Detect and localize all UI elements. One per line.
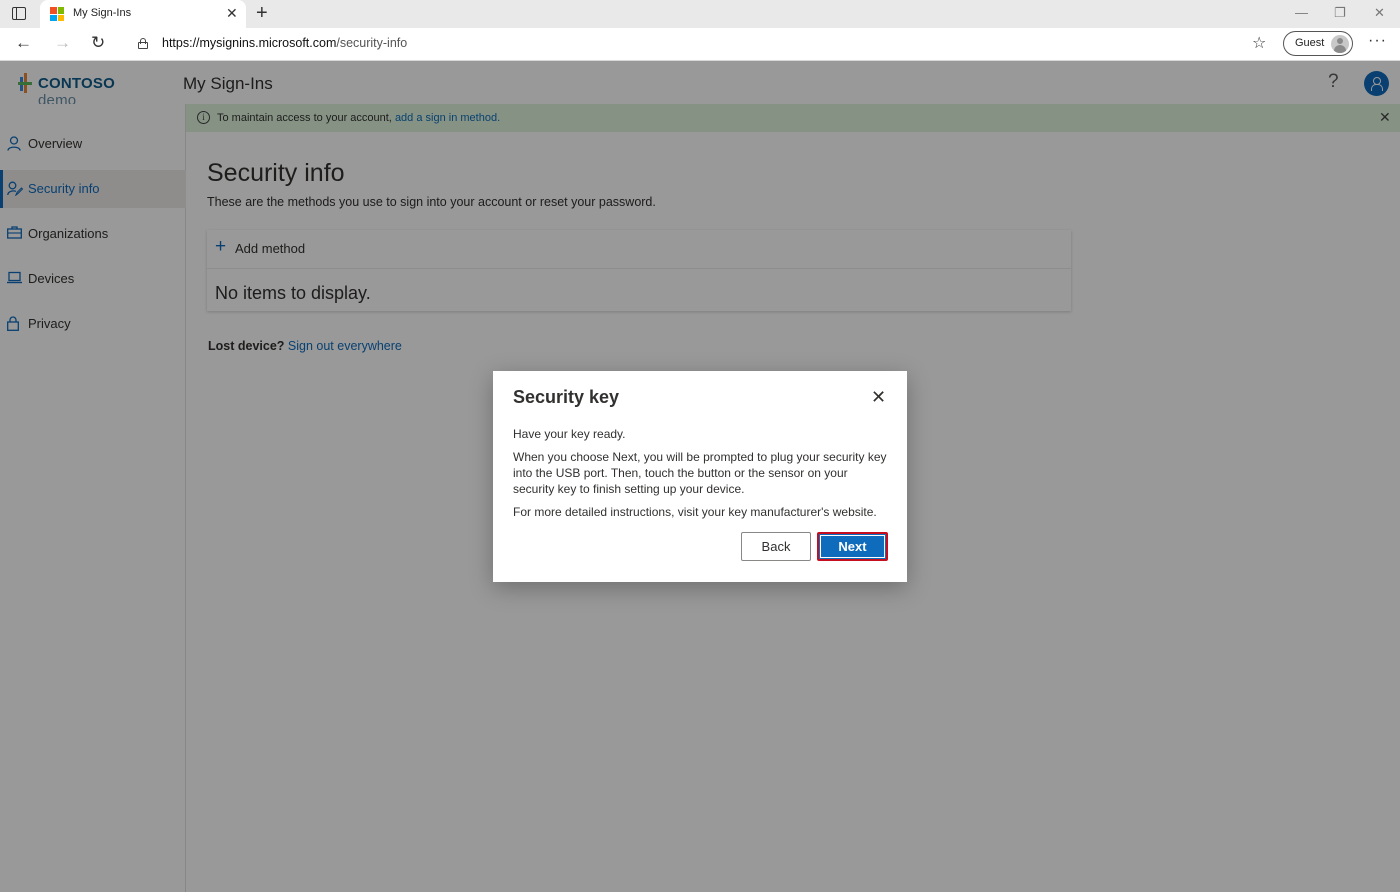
dialog-text-instructions: When you choose Next, you will be prompt… (513, 450, 887, 496)
more-options-icon[interactable]: ··· (1368, 32, 1387, 50)
dialog-title: Security key (513, 387, 620, 407)
browser-toolbar: ← → ↻ https://mysignins.microsoft.com/se… (0, 28, 1400, 61)
microsoft-logo-icon (50, 7, 64, 21)
window-close-icon[interactable]: ✕ (1374, 5, 1385, 21)
new-tab-button[interactable]: + (256, 3, 268, 23)
dialog-text-intro: Have your key ready. (513, 427, 626, 441)
profile-button[interactable]: Guest (1283, 31, 1353, 56)
favorites-icon[interactable]: ☆ (1252, 33, 1266, 53)
next-button[interactable]: Next (817, 532, 888, 561)
restore-icon[interactable]: ❐ (1334, 5, 1346, 21)
dialog-text-more-info: For more detailed instructions, visit yo… (513, 505, 877, 519)
forward-arrow-icon[interactable]: → (54, 33, 71, 53)
tab-close-icon[interactable]: ✕ (226, 5, 238, 21)
dialog-close-icon[interactable]: ✕ (871, 387, 886, 407)
profile-avatar-icon (1331, 35, 1349, 53)
back-arrow-icon[interactable]: ← (15, 33, 32, 53)
browser-tab[interactable]: My Sign-Ins ✕ (40, 0, 246, 28)
site-lock-icon[interactable] (138, 38, 148, 49)
address-bar[interactable]: https://mysignins.microsoft.com/security… (125, 31, 1237, 57)
url-text: https://mysignins.microsoft.com/security… (162, 36, 408, 50)
tab-actions-icon[interactable] (12, 7, 26, 20)
minimize-icon[interactable]: — (1295, 5, 1308, 20)
back-button[interactable]: Back (741, 532, 811, 561)
tab-title: My Sign-Ins (73, 7, 132, 19)
browser-tabstrip: My Sign-Ins ✕ + — ❐ ✕ (0, 0, 1400, 28)
profile-label: Guest (1295, 37, 1325, 49)
refresh-icon[interactable]: ↻ (91, 33, 105, 53)
security-key-dialog: Security key ✕ Have your key ready. When… (493, 371, 907, 582)
